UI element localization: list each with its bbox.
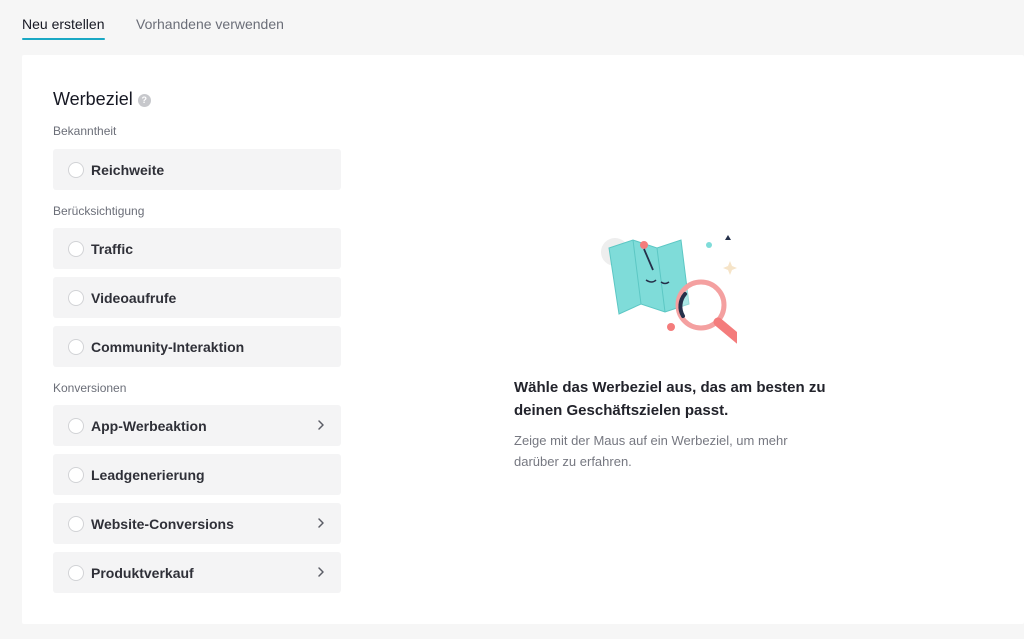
option-videoaufrufe[interactable]: Videoaufrufe	[53, 277, 341, 318]
option-reichweite[interactable]: Reichweite	[53, 149, 341, 190]
radio-button[interactable]	[68, 338, 84, 355]
radio-button[interactable]	[68, 161, 84, 178]
map-magnifier-illustration	[601, 235, 737, 344]
option-label: Website-Conversions	[91, 515, 234, 532]
radio-button[interactable]	[68, 289, 84, 306]
option-website-conversions[interactable]: Website-Conversions	[53, 503, 341, 544]
tab-bar: Neu erstellen Vorhandene verwenden	[0, 0, 1024, 44]
option-label: Reichweite	[91, 161, 165, 178]
option-label: Leadgenerierung	[91, 466, 205, 483]
option-label: Traffic	[91, 240, 134, 257]
chevron-right-icon	[318, 420, 324, 430]
radio-button[interactable]	[68, 466, 84, 483]
tab-neu-erstellen[interactable]: Neu erstellen	[22, 15, 105, 33]
chevron-right-icon	[318, 518, 324, 528]
radio-button[interactable]	[68, 240, 84, 257]
section-label-beruecksichtigung: Berücksichtigung	[53, 204, 145, 218]
question-mark-icon[interactable]: ?	[137, 93, 151, 107]
option-community-interaktion[interactable]: Community-Interaktion	[53, 326, 341, 367]
tab-vorhandene-verwenden[interactable]: Vorhandene verwenden	[136, 15, 284, 33]
option-traffic[interactable]: Traffic	[53, 228, 341, 269]
section-label-bekanntheit: Bekanntheit	[53, 124, 117, 138]
option-leadgenerierung[interactable]: Leadgenerierung	[53, 454, 341, 495]
objective-card: Werbeziel ? Bekanntheit Reichweite Berüc…	[22, 55, 1024, 624]
option-produktverkauf[interactable]: Produktverkauf	[53, 552, 341, 593]
option-app-werbeaktion[interactable]: App-Werbeaktion	[53, 405, 341, 446]
chevron-right-icon	[318, 567, 324, 577]
empty-state-subtext: Zeige mit der Maus auf ein Werbeziel, um…	[514, 433, 788, 469]
option-label: Produktverkauf	[91, 564, 194, 581]
radio-button[interactable]	[68, 417, 84, 434]
panel-title-text: Werbeziel	[53, 89, 133, 109]
option-label: Videoaufrufe	[91, 289, 177, 306]
active-tab-indicator	[22, 38, 105, 40]
radio-button[interactable]	[68, 515, 84, 532]
empty-state-headline: Wähle das Werbeziel aus, das am besten z…	[514, 379, 826, 419]
option-label: Community-Interaktion	[91, 338, 245, 355]
panel-title: Werbeziel ?	[53, 88, 151, 110]
option-label: App-Werbeaktion	[91, 417, 207, 434]
section-label-konversionen: Konversionen	[53, 381, 127, 395]
radio-button[interactable]	[68, 564, 84, 581]
